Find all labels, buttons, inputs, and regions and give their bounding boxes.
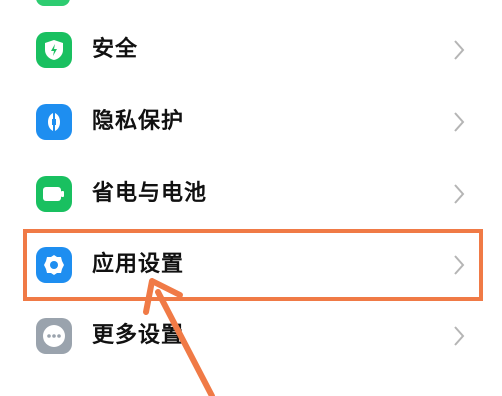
more-icon [36, 318, 72, 354]
settings-item-label: 应用设置 [92, 252, 185, 277]
chevron-right-icon [454, 184, 465, 204]
shield-icon [36, 32, 72, 68]
settings-item-label: 安全 [92, 37, 139, 62]
settings-item-app-settings[interactable]: 应用设置 [0, 229, 502, 301]
privacy-icon [36, 104, 72, 140]
previous-item-icon [36, 0, 70, 6]
settings-item-battery[interactable]: 省电与电池 [0, 158, 502, 230]
settings-item-security[interactable]: 安全 [0, 14, 502, 86]
settings-item-privacy[interactable]: 隐私保护 [0, 86, 502, 158]
gear-icon [36, 247, 72, 283]
chevron-right-icon [454, 40, 465, 60]
settings-item-label: 隐私保护 [92, 109, 185, 134]
settings-screen: 安全 隐私保护 省电与电池 应用设置 更多设置 [0, 0, 502, 396]
chevron-right-icon [454, 112, 465, 132]
settings-item-label: 省电与电池 [92, 181, 208, 206]
battery-icon [36, 176, 72, 212]
chevron-right-icon [454, 255, 465, 275]
settings-item-more[interactable]: 更多设置 [0, 300, 502, 372]
settings-item-label: 更多设置 [92, 323, 185, 348]
chevron-right-icon [454, 326, 465, 346]
